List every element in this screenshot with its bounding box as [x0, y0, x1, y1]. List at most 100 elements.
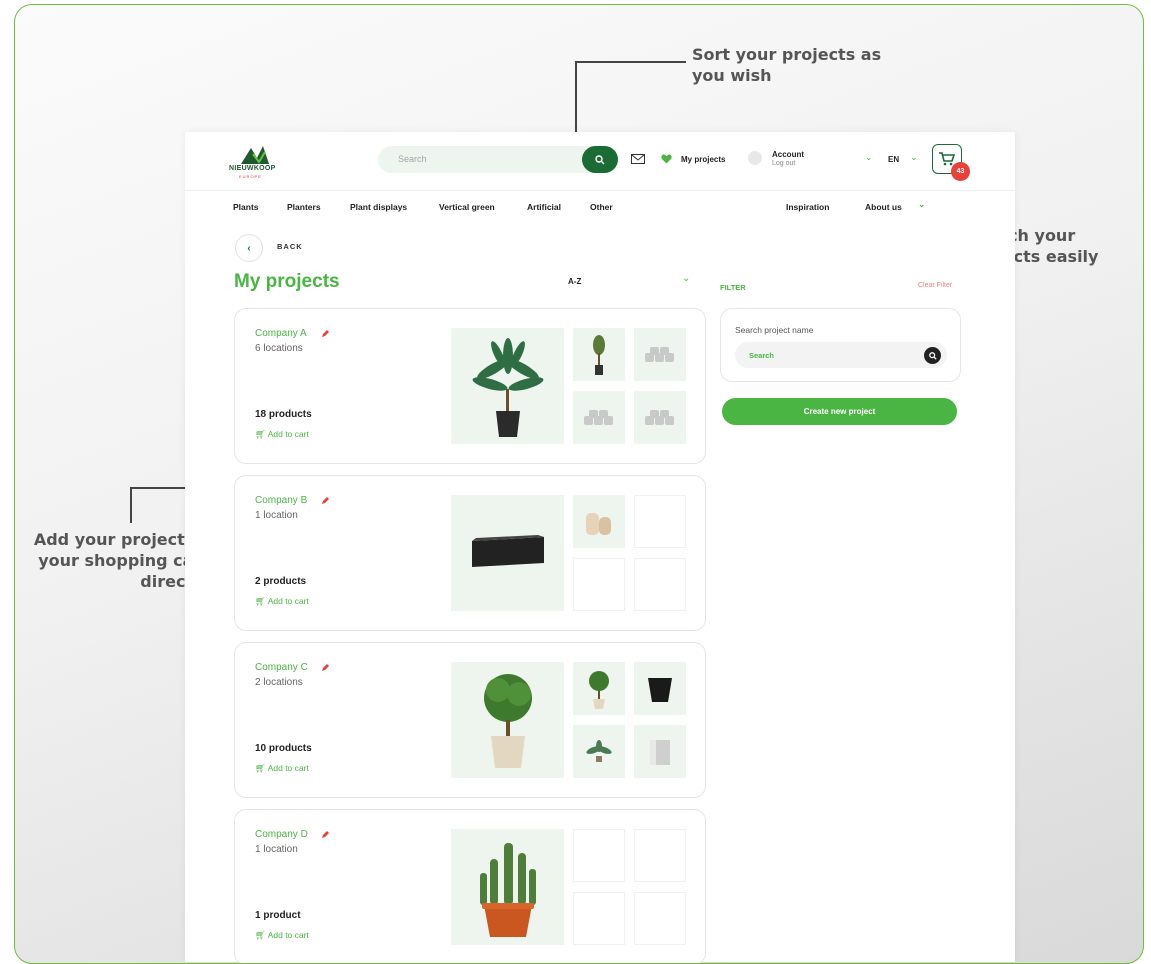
project-name[interactable]: Company D [255, 829, 308, 840]
project-products: 18 products [255, 409, 312, 420]
planter-box-image [471, 535, 544, 567]
cart-count-badge: 43 [951, 162, 970, 181]
plant-image [589, 670, 609, 709]
project-card: Company B 1 location 2 products 🛒︎ Add t… [234, 475, 706, 631]
pencil-icon[interactable] [321, 329, 330, 338]
product-image-thumb[interactable] [634, 391, 686, 444]
project-locations: 1 location [255, 844, 298, 855]
product-image-main[interactable] [451, 662, 564, 778]
callout-sort: Sort your projects as you wish [692, 45, 882, 85]
cart-icon [939, 152, 955, 166]
product-image-main[interactable] [451, 328, 564, 444]
product-image-thumb[interactable] [634, 725, 686, 778]
product-image-thumb[interactable] [573, 725, 625, 778]
about-chevron-down-icon[interactable]: ⌄ [918, 199, 925, 210]
planter-pair-image [586, 512, 611, 535]
page-title: My projects [234, 271, 340, 292]
header-search-button[interactable] [582, 146, 618, 173]
planter-set-image [584, 409, 613, 425]
create-new-project-button[interactable]: Create new project [722, 398, 957, 425]
plant-image [586, 739, 612, 762]
project-locations: 6 locations [255, 343, 303, 354]
product-image-thumb[interactable] [573, 391, 625, 444]
plant-image [472, 337, 543, 437]
account-link[interactable]: Account [772, 150, 804, 159]
my-projects-link[interactable]: My projects [681, 155, 725, 164]
plant-image [483, 673, 532, 768]
planter-set-image [645, 409, 674, 425]
pencil-icon[interactable] [321, 830, 330, 839]
project-search-input[interactable]: Search [735, 342, 947, 368]
product-image-empty [634, 892, 686, 945]
clear-filter-link[interactable]: Clear Filter [918, 282, 952, 289]
project-name[interactable]: Company A [255, 328, 307, 339]
product-image-thumb[interactable] [573, 495, 625, 548]
nav-item-about-us[interactable]: About us [865, 202, 902, 212]
nav-item-vertical-green[interactable]: Vertical green [439, 202, 495, 212]
product-image-main[interactable] [451, 829, 564, 945]
product-image-empty [573, 829, 625, 882]
cactus-plant-image [479, 843, 536, 937]
nav-item-plant-displays[interactable]: Plant displays [350, 202, 407, 212]
product-image-thumb[interactable] [573, 662, 625, 715]
project-card: Company D 1 location 1 product 🛒︎ Add to… [234, 809, 706, 963]
header-search-input[interactable]: Search [378, 146, 618, 173]
cart-icon: 🛒︎ [255, 763, 266, 773]
black-planter-image [648, 677, 672, 702]
product-image-thumb[interactable] [634, 662, 686, 715]
avatar [748, 151, 762, 165]
nav-item-plants[interactable]: Plants [233, 202, 259, 212]
logout-link[interactable]: Log out [772, 160, 795, 167]
language-select[interactable]: EN [888, 155, 899, 164]
add-to-cart-link[interactable]: 🛒︎ Add to cart [255, 596, 309, 607]
project-search-button[interactable] [924, 347, 941, 364]
language-chevron-down-icon[interactable]: ⌄ [910, 152, 918, 163]
nav-item-other[interactable]: Other [590, 202, 613, 212]
project-name[interactable]: Company B [255, 495, 307, 506]
project-products: 1 product [255, 910, 301, 921]
sort-chevron-down-icon[interactable]: ⌄ [682, 273, 690, 284]
project-products: 2 products [255, 576, 307, 587]
project-name[interactable]: Company C [255, 662, 308, 673]
logo-subtext: EUROPE [239, 174, 262, 179]
project-search-placeholder: Search [749, 351, 775, 360]
logo-text: NIEUWKOOP [229, 165, 276, 172]
cart-icon: 🛒︎ [255, 930, 266, 940]
product-image-empty [573, 892, 625, 945]
nav-item-inspiration[interactable]: Inspiration [786, 202, 829, 212]
project-products: 10 products [255, 743, 312, 754]
nav-item-planters[interactable]: Planters [287, 202, 321, 212]
project-locations: 1 location [255, 510, 298, 521]
chevron-left-icon: ‹ [247, 242, 251, 254]
search-project-label: Search project name [735, 325, 814, 335]
callout-cart: Add your project to your shopping cart d… [33, 530, 209, 591]
pencil-icon[interactable] [321, 663, 330, 672]
product-image-thumb[interactable] [573, 328, 625, 381]
nieuwkoop-logo[interactable]: NIEUWKOOP EUROPE [229, 144, 291, 179]
add-to-cart-link[interactable]: 🛒︎ Add to cart [255, 429, 309, 440]
planter-set-image [645, 346, 674, 362]
plant-image [593, 334, 605, 375]
add-to-cart-link[interactable]: 🛒︎ Add to cart [255, 763, 309, 774]
product-image-main[interactable] [451, 495, 564, 611]
account-chevron-down-icon[interactable]: ⌄ [865, 152, 873, 163]
product-image-thumb[interactable] [634, 328, 686, 381]
heart-icon [661, 154, 672, 164]
search-icon [595, 154, 605, 164]
filter-box: Search project name Search [720, 308, 961, 382]
sort-select[interactable]: A-Z [568, 277, 581, 286]
add-to-cart-link[interactable]: 🛒︎ Add to cart [255, 930, 309, 941]
back-button[interactable]: ‹ [235, 234, 263, 262]
pencil-icon[interactable] [321, 496, 330, 505]
screenshot-frame: Sort your projects as you wish Search yo… [14, 4, 1144, 964]
project-card: Company C 2 locations 10 products 🛒︎ Add… [234, 642, 706, 798]
search-icon [928, 351, 937, 360]
mail-icon[interactable] [631, 154, 645, 164]
callout-cart-line-v2 [130, 487, 132, 523]
product-image-empty [634, 829, 686, 882]
main-nav: Plants Planters Plant displays Vertical … [185, 190, 1015, 220]
logo-leaf-icon [241, 146, 269, 164]
back-label[interactable]: BACK [277, 242, 303, 251]
website-page: NIEUWKOOP EUROPE Search My projects Acco… [185, 132, 1015, 963]
nav-item-artificial[interactable]: Artificial [527, 202, 561, 212]
